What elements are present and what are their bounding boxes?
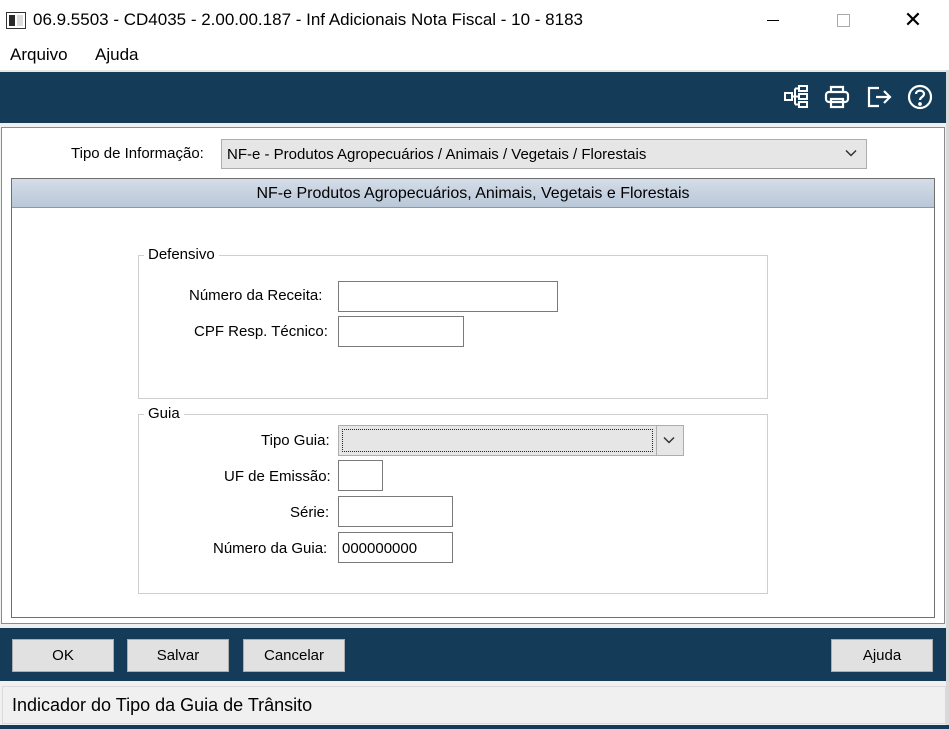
app-icon [6,12,26,29]
minimize-icon [767,19,779,21]
ajuda-button[interactable]: Ajuda [831,639,933,672]
exit-icon[interactable] [865,83,893,111]
serie-label: Série: [290,504,330,521]
chevron-down-icon [844,146,858,160]
serie-input[interactable] [338,496,453,527]
tipo-guia-select[interactable] [338,425,684,456]
ok-button[interactable]: OK [12,639,114,672]
help-icon[interactable] [906,83,934,111]
print-icon[interactable] [823,83,851,111]
menu-bar: Arquivo Ajuda [0,40,949,70]
numero-receita-input[interactable] [338,281,558,312]
numero-guia-label: Número da Guia: [213,540,328,557]
defensivo-legend: Defensivo [144,246,219,263]
guia-legend: Guia [144,405,184,422]
tipo-informacao-select[interactable]: NF-e - Produtos Agropecuários / Animais … [221,139,867,169]
panel-title: NF-e Produtos Agropecuários, Animais, Ve… [12,179,934,208]
uf-emissao-input[interactable] [338,460,383,491]
tipo-guia-label: Tipo Guia: [261,432,330,449]
menu-arquivo[interactable]: Arquivo [10,45,68,65]
status-bar: Indicador do Tipo da Guia de Trânsito [2,686,946,724]
cancelar-button[interactable]: Cancelar [243,639,345,672]
salvar-button[interactable]: Salvar [127,639,229,672]
numero-guia-input[interactable]: 000000000 [338,532,453,563]
tipo-guia-value [342,429,653,452]
cpf-input[interactable] [338,316,464,347]
minimize-button[interactable] [750,0,796,40]
numero-receita-label: Número da Receita: [189,287,323,304]
menu-ajuda[interactable]: Ajuda [95,45,138,65]
close-icon: ✕ [903,7,923,32]
uf-emissao-label: UF de Emissão: [224,468,331,485]
tipo-informacao-label: Tipo de Informação: [71,145,204,162]
toolbar [0,70,946,123]
select-separator [656,426,657,455]
tree-icon[interactable] [782,83,810,111]
chevron-down-icon [662,433,676,447]
close-button[interactable]: ✕ [890,0,936,40]
window-bottom-edge [0,725,949,729]
cpf-label: CPF Resp. Técnico: [194,323,328,340]
title-bar: 06.9.5503 - CD4035 - 2.00.00.187 - Inf A… [0,0,949,40]
maximize-button[interactable] [820,0,866,40]
maximize-icon [836,13,850,27]
window-title: 06.9.5503 - CD4035 - 2.00.00.187 - Inf A… [33,10,583,29]
tipo-informacao-value: NF-e - Produtos Agropecuários / Animais … [227,146,647,163]
